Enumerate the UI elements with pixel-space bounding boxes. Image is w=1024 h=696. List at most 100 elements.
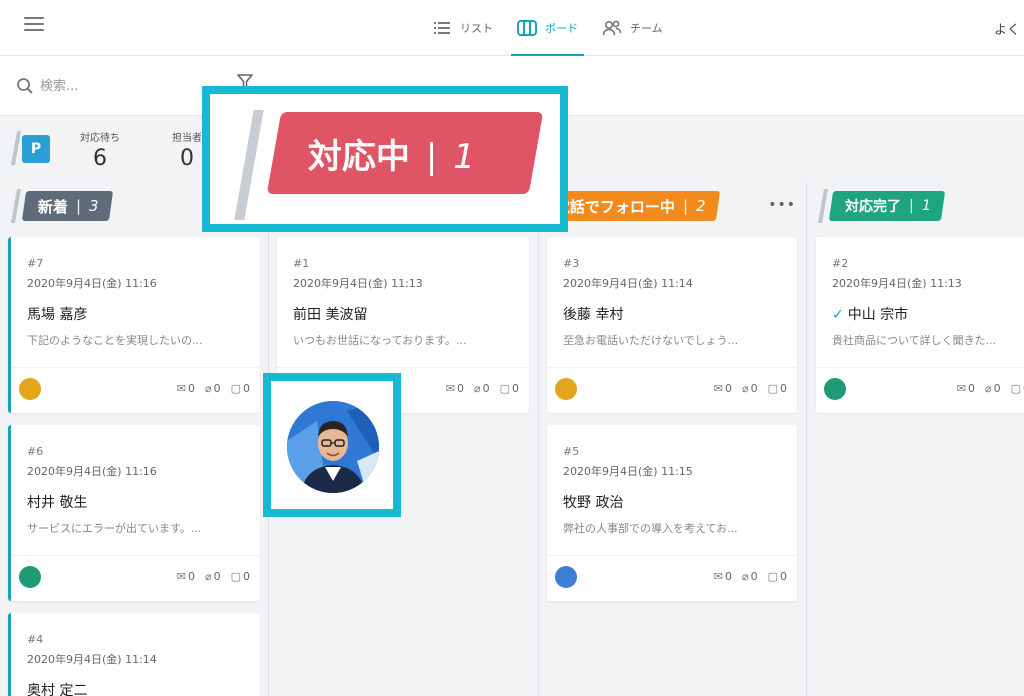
status-separator: | bbox=[909, 198, 914, 214]
ticket-date: 2020年9月4日(金) 11:16 bbox=[27, 277, 157, 290]
status-tag-done[interactable]: 対応完了 | 1 bbox=[828, 191, 945, 221]
customer-name: 奥村 定二 bbox=[27, 683, 88, 696]
ticket-id: #3 bbox=[563, 257, 580, 270]
status-label: 対応中 bbox=[308, 136, 410, 177]
ticket-card[interactable]: #4 2020年9月4日(金) 11:14 奥村 定二 bbox=[8, 613, 260, 696]
ticket-id: #6 bbox=[27, 445, 44, 458]
help-link[interactable]: よく bbox=[994, 19, 1024, 38]
assignee-avatar[interactable] bbox=[19, 566, 41, 588]
status-label: 電話でフォロー中 bbox=[555, 197, 676, 216]
zoom-avatar-callout bbox=[263, 373, 401, 517]
memo-icon: ▢ bbox=[499, 382, 510, 395]
mail-icon: ✉ bbox=[713, 382, 723, 395]
status-tag-in-progress[interactable]: 対応中 | 1 bbox=[266, 112, 544, 194]
more-options-icon[interactable]: ••• bbox=[768, 197, 796, 213]
ticket-id: #4 bbox=[27, 633, 44, 646]
stat-assignee-value: 0 bbox=[180, 146, 194, 171]
mail-count: ✉ 0 bbox=[176, 382, 195, 395]
card-counters: ✉0 ⌀0 ▢0 bbox=[446, 382, 519, 395]
ticket-preview: 下記のようなことを実現したいの... bbox=[27, 334, 203, 347]
paperclip-icon: ⌀ bbox=[741, 382, 749, 395]
ticket-card[interactable]: #3 2020年9月4日(金) 11:14 後藤 幸村 至急お電話いただけないで… bbox=[547, 237, 797, 413]
ticket-date: 2020年9月4日(金) 11:16 bbox=[27, 465, 157, 478]
tab-list-label: リスト bbox=[460, 22, 493, 35]
memo-count: ▢0 bbox=[767, 382, 787, 395]
status-separator: | bbox=[683, 197, 689, 215]
card-counters: ✉0 ⌀0 ▢0 bbox=[177, 382, 250, 395]
tab-board[interactable]: ボード bbox=[505, 0, 590, 56]
mail-count: ✉ 0 bbox=[956, 382, 975, 395]
mail-icon: ✉ bbox=[176, 570, 186, 583]
tag-bar-decoration bbox=[11, 189, 21, 223]
tab-team[interactable]: チーム bbox=[590, 0, 675, 56]
assignee-avatar[interactable] bbox=[555, 378, 577, 400]
attachment-count: ⌀ 0 bbox=[741, 570, 758, 583]
paperclip-icon: ⌀ bbox=[984, 382, 992, 395]
assignee-avatar[interactable] bbox=[824, 378, 846, 400]
attachment-count: ⌀ 0 bbox=[741, 382, 758, 395]
ticket-preview: 至急お電話いただけないでしょう... bbox=[563, 334, 739, 347]
ticket-date: 2020年9月4日(金) 11:15 bbox=[563, 465, 693, 478]
tag-bar-decoration bbox=[234, 110, 264, 220]
person-photo-icon bbox=[287, 401, 379, 493]
ticket-card[interactable]: #5 2020年9月4日(金) 11:15 牧野 政治 弊社の人事部での導入を考… bbox=[547, 425, 797, 601]
ticket-card[interactable]: #2 2020年9月4日(金) 11:13 ✓ 中山 宗市 貴社商品について詳しく… bbox=[816, 237, 1024, 413]
mail-count: ✉ 0 bbox=[713, 570, 732, 583]
paperclip-icon: ⌀ bbox=[204, 570, 212, 583]
ticket-preview: いつもお世話になっております。... bbox=[293, 334, 467, 347]
ticket-id: #5 bbox=[563, 445, 580, 458]
assignee-avatar[interactable] bbox=[555, 566, 577, 588]
customer-name: ✓ 中山 宗市 bbox=[832, 307, 909, 323]
status-separator: | bbox=[426, 136, 438, 177]
top-bar: リスト ボード チーム よく bbox=[0, 0, 1024, 56]
tab-list[interactable]: リスト bbox=[420, 0, 505, 56]
mail-icon: ✉ bbox=[445, 382, 455, 395]
assignee-avatar[interactable] bbox=[19, 378, 41, 400]
card-footer: ✉0 ⌀0 ▢0 bbox=[11, 555, 260, 601]
customer-name: 前田 美波留 bbox=[293, 307, 368, 323]
stat-assignee-label: 担当者 bbox=[172, 133, 202, 144]
memo-icon: ▢ bbox=[767, 382, 778, 395]
project-badge[interactable]: P bbox=[22, 135, 50, 163]
attachment-count: ⌀ 0 bbox=[984, 382, 1001, 395]
stat-waiting-value: 6 bbox=[93, 146, 107, 171]
list-icon bbox=[434, 22, 450, 34]
attachment-count: ⌀ 0 bbox=[204, 570, 221, 583]
memo-count: ▢0 bbox=[767, 570, 787, 583]
customer-name: 村井 敬生 bbox=[27, 495, 88, 511]
view-tabs: リスト ボード チーム bbox=[420, 0, 675, 56]
zoom-status-callout: 対応中 | 1 bbox=[202, 86, 568, 232]
ticket-card[interactable]: #7 2020年9月4日(金) 11:16 馬場 嘉彦 下記のようなことを実現し… bbox=[8, 237, 260, 413]
ticket-id: #1 bbox=[293, 257, 310, 270]
memo-count: ▢0 bbox=[1011, 382, 1024, 395]
ticket-id: #7 bbox=[27, 257, 44, 270]
mail-icon: ✉ bbox=[176, 382, 186, 395]
memo-icon: ▢ bbox=[230, 570, 241, 583]
ticket-date: 2020年9月4日(金) 11:13 bbox=[832, 277, 962, 290]
stat-assignee[interactable]: 担当者 0 bbox=[172, 129, 202, 171]
ticket-date: 2020年9月4日(金) 11:14 bbox=[563, 277, 693, 290]
column-header: 対応完了 | 1 bbox=[818, 189, 945, 223]
status-count: 1 bbox=[921, 198, 931, 214]
ticket-date: 2020年9月4日(金) 11:14 bbox=[27, 653, 157, 666]
column-new: 新着 | 3 #7 2020年9月4日(金) 11:16 馬場 嘉彦 下記のようなこ… bbox=[0, 183, 268, 696]
menu-icon[interactable] bbox=[24, 17, 44, 33]
search-input[interactable] bbox=[40, 74, 220, 98]
ticket-preview: 貴社商品について詳しく聞きた... bbox=[832, 334, 997, 347]
mail-icon: ✉ bbox=[956, 382, 966, 395]
ticket-card[interactable]: #6 2020年9月4日(金) 11:16 村井 敬生 サービスにエラーが出てい… bbox=[8, 425, 260, 601]
mail-icon: ✉ bbox=[713, 570, 723, 583]
status-tag-new[interactable]: 新着 | 3 bbox=[21, 191, 113, 221]
ticket-preview: サービスにエラーが出ています。... bbox=[27, 522, 202, 535]
memo-icon: ▢ bbox=[1010, 382, 1021, 395]
ticket-preview: 弊社の人事部での導入を考えてお... bbox=[563, 522, 738, 535]
paperclip-icon: ⌀ bbox=[741, 570, 749, 583]
assignee-avatar[interactable] bbox=[287, 401, 379, 493]
stat-waiting[interactable]: 対応待ち 6 bbox=[80, 129, 120, 171]
mail-count: ✉ 0 bbox=[445, 382, 464, 395]
search-icon bbox=[17, 78, 33, 94]
memo-count: ▢0 bbox=[230, 382, 250, 395]
column-header: 新着 | 3 bbox=[11, 189, 113, 223]
status-count: 3 bbox=[89, 197, 99, 215]
card-counters: ✉0 ⌀0 ▢0 bbox=[957, 382, 1024, 395]
